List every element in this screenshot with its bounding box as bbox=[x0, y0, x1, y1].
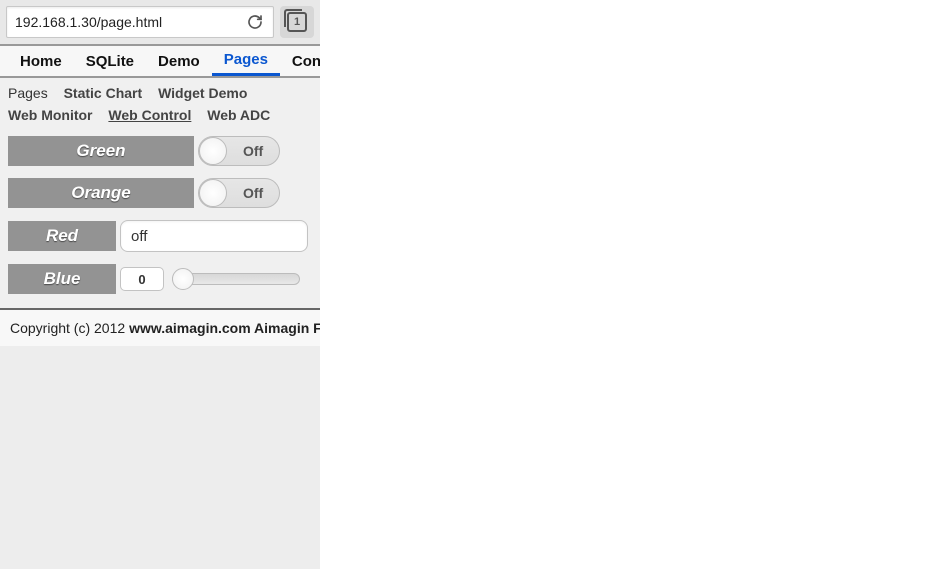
label-orange: Orange bbox=[8, 178, 194, 208]
nav-home[interactable]: Home bbox=[8, 46, 74, 76]
label-green-text: Green bbox=[76, 141, 125, 161]
subnav-web-control[interactable]: Web Control bbox=[108, 104, 191, 126]
slider-blue-knob bbox=[172, 268, 194, 290]
label-red-text: Red bbox=[46, 226, 78, 246]
subnav-widget-demo[interactable]: Widget Demo bbox=[158, 82, 247, 104]
footer-prefix: Copyright (c) 2012 bbox=[10, 320, 129, 336]
value-blue: 0 bbox=[120, 267, 164, 291]
footer: Copyright (c) 2012 www.aimagin.com Aimag… bbox=[0, 310, 320, 346]
url-text: 192.168.1.30/page.html bbox=[15, 14, 245, 30]
toggle-green[interactable]: Off bbox=[198, 136, 280, 166]
toggle-green-knob bbox=[199, 137, 227, 165]
row-green: Green Off bbox=[8, 136, 312, 166]
toggle-orange-knob bbox=[199, 179, 227, 207]
label-orange-text: Orange bbox=[71, 183, 131, 203]
select-red-value: off bbox=[131, 228, 147, 245]
main-nav: Home SQLite Demo Pages Con bbox=[0, 44, 320, 78]
label-green: Green bbox=[8, 136, 194, 166]
tabs-count: 1 bbox=[287, 12, 307, 32]
row-orange: Orange Off bbox=[8, 178, 312, 208]
slider-blue[interactable] bbox=[172, 271, 300, 287]
subnav-web-adc[interactable]: Web ADC bbox=[207, 104, 270, 126]
subnav-pages-label: Pages bbox=[8, 82, 48, 104]
nav-con[interactable]: Con bbox=[280, 46, 320, 76]
nav-pages[interactable]: Pages bbox=[212, 46, 280, 76]
row-blue: Blue 0 bbox=[8, 264, 312, 294]
label-red: Red bbox=[8, 221, 116, 251]
controls-panel: Green Off Orange Off Red bbox=[0, 128, 320, 304]
toggle-green-state: Off bbox=[243, 143, 263, 159]
footer-suffix: Aimagin F bbox=[251, 320, 320, 336]
tabs-button[interactable]: 1 bbox=[280, 6, 314, 38]
nav-sqlite[interactable]: SQLite bbox=[74, 46, 146, 76]
label-blue: Blue bbox=[8, 264, 116, 294]
subnav-static-chart[interactable]: Static Chart bbox=[64, 82, 143, 104]
subnav-web-monitor[interactable]: Web Monitor bbox=[8, 104, 93, 126]
toggle-orange-state: Off bbox=[243, 185, 263, 201]
mobile-viewport: 192.168.1.30/page.html 1 Home SQLite Dem… bbox=[0, 0, 320, 569]
url-bar[interactable]: 192.168.1.30/page.html bbox=[6, 6, 274, 38]
subnav: Pages Static Chart Widget Demo Web Monit… bbox=[0, 78, 320, 128]
nav-demo[interactable]: Demo bbox=[146, 46, 212, 76]
label-blue-text: Blue bbox=[44, 269, 81, 289]
row-red: Red off bbox=[8, 220, 312, 252]
footer-link[interactable]: www.aimagin.com bbox=[129, 320, 251, 336]
reload-icon[interactable] bbox=[245, 12, 265, 32]
select-red[interactable]: off bbox=[120, 220, 308, 252]
page-body: Home SQLite Demo Pages Con Pages Static … bbox=[0, 44, 320, 346]
toggle-orange[interactable]: Off bbox=[198, 178, 280, 208]
browser-chrome: 192.168.1.30/page.html 1 bbox=[0, 0, 320, 44]
